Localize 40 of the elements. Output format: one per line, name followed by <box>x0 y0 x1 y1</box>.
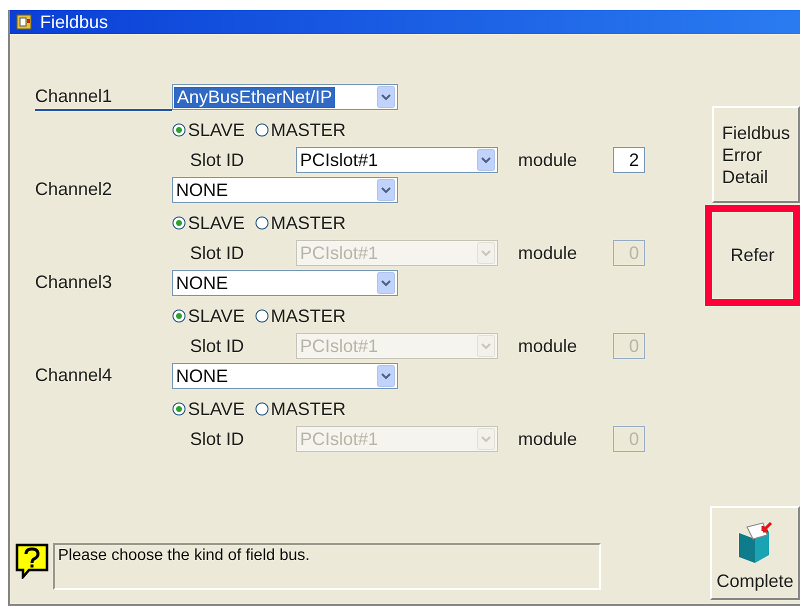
caret-icon <box>377 86 395 108</box>
window-icon <box>16 14 32 30</box>
slot-id-label: Slot ID <box>190 150 246 170</box>
mode-radio[interactable]: MASTER <box>254 398 346 420</box>
caret-icon <box>377 272 395 294</box>
bus-type-dropdown[interactable]: AnyBusEtherNet/IP <box>172 84 398 110</box>
module-label: module <box>518 242 578 264</box>
caret-icon <box>377 179 395 201</box>
module-field[interactable]: 2 <box>613 147 645 173</box>
window-title: Fieldbus <box>40 12 108 32</box>
refer-button[interactable]: Refer <box>704 205 800 306</box>
slot-id-label: Slot ID <box>190 242 246 264</box>
error-detail-button[interactable]: Fieldbus Error Detail <box>712 106 800 203</box>
channel-label: Channel4 <box>35 364 114 386</box>
mode-radio[interactable]: MASTER <box>254 120 346 140</box>
complete-button[interactable]: Complete <box>710 506 800 600</box>
mode-radio[interactable]: SLAVE <box>172 212 245 234</box>
caret-icon <box>477 335 495 357</box>
caret-icon <box>377 365 395 387</box>
bus-type-dropdown[interactable]: NONE <box>172 363 398 389</box>
caret-icon <box>477 149 495 171</box>
module-label: module <box>518 336 578 356</box>
caret-icon <box>477 242 495 264</box>
bus-type-dropdown[interactable]: NONE <box>172 177 398 203</box>
module-label: module <box>518 150 578 170</box>
message-box: Please choose the kind of field bus. <box>53 543 601 590</box>
slot-id-label: Slot ID <box>190 428 246 450</box>
mode-radio[interactable]: MASTER <box>254 212 346 234</box>
help-icon <box>15 543 49 579</box>
module-label: module <box>518 428 578 450</box>
mode-radio[interactable]: MASTER <box>254 306 346 326</box>
caret-icon <box>477 428 495 450</box>
slot-dropdown[interactable]: PCIslot#1 <box>296 147 498 173</box>
bus-type-dropdown[interactable]: NONE <box>172 270 398 296</box>
channel-label: Channel2 <box>35 178 114 200</box>
mode-radio[interactable]: SLAVE <box>172 398 245 420</box>
mode-radio[interactable]: SLAVE <box>172 306 245 326</box>
slot-id-label: Slot ID <box>190 336 246 356</box>
mode-radio[interactable]: SLAVE <box>172 120 245 140</box>
channel-label: Channel3 <box>35 270 114 294</box>
